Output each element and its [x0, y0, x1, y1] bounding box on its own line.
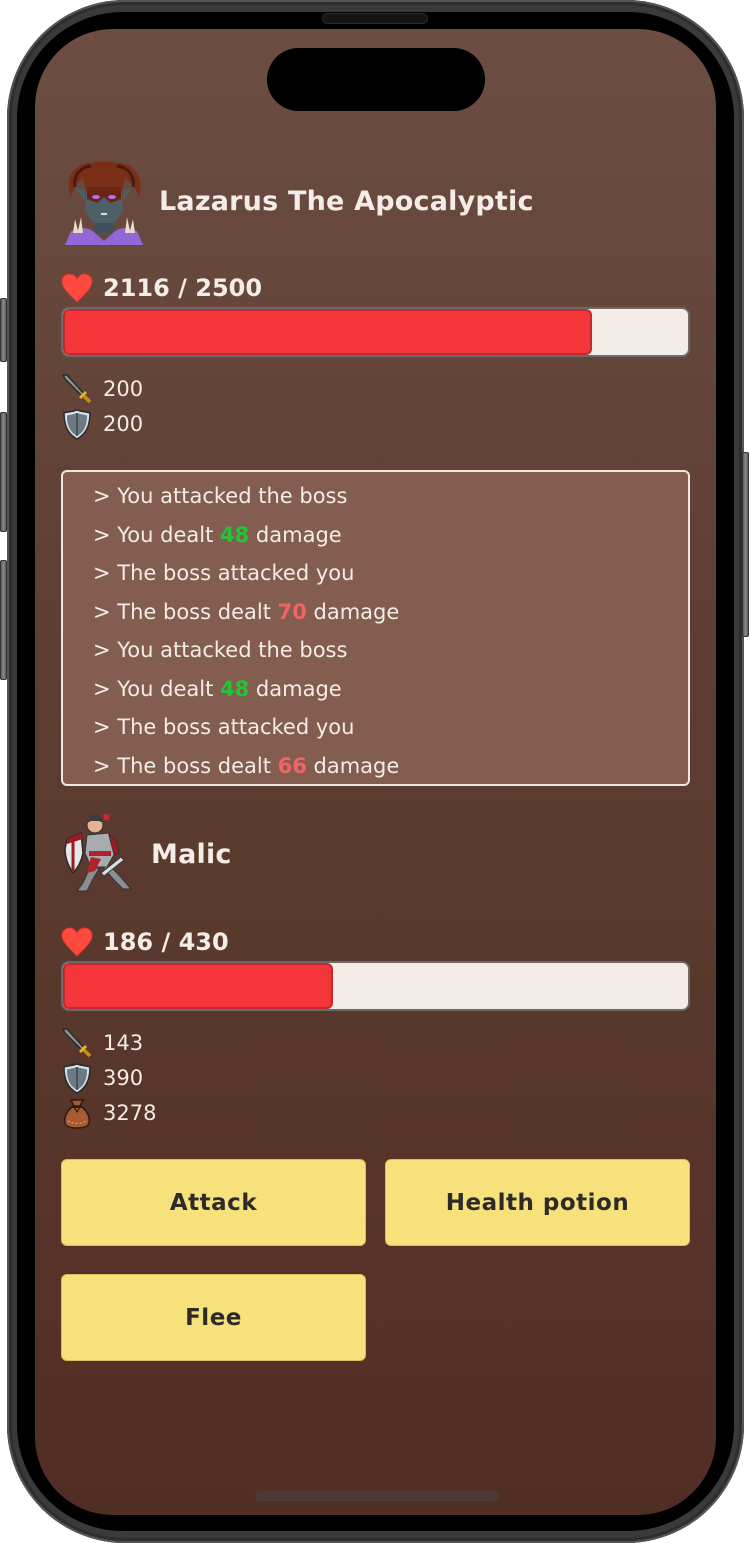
battle-log-line: > The boss dealt 66 damage	[93, 754, 399, 778]
log-text: > You dealt	[93, 676, 221, 701]
battle-log-partial-line: > The boss dealt 70 damage	[93, 470, 397, 472]
damage-taken-value: 70	[277, 599, 307, 624]
battle-log-line: > You attacked the boss	[93, 638, 347, 662]
sword-icon	[61, 1028, 92, 1058]
player-hp-row: 186 / 430	[61, 927, 229, 957]
log-text: > The boss attacked you	[93, 561, 355, 585]
money-bag-icon	[64, 1099, 90, 1129]
log-text: damage	[249, 522, 342, 547]
battle-log-line: > The boss attacked you	[93, 561, 354, 585]
boss-defense-stat: 200	[61, 407, 143, 441]
earpiece-speaker	[322, 13, 428, 24]
boss-defense-value: 200	[103, 412, 144, 436]
log-text: damage	[249, 676, 342, 701]
dynamic-island	[267, 48, 485, 111]
log-text: damage	[306, 599, 400, 624]
log-text: damage	[306, 753, 400, 778]
player-gold-value: 3278	[103, 1101, 157, 1125]
boss-name: Lazarus The Apocalyptic	[159, 185, 534, 217]
battle-log-line: > You dealt 48 damage	[93, 523, 342, 547]
battle-log-line: > You dealt 48 damage	[93, 677, 342, 701]
player-name: Malic	[151, 838, 232, 870]
damage-dealt-value: 48	[220, 676, 250, 701]
battle-log-line: > The boss dealt 70 damage	[93, 600, 399, 624]
player-hp-bar	[61, 961, 690, 1011]
knight-portrait-icon	[64, 814, 133, 892]
volume-up-button	[0, 412, 7, 532]
log-text: > You attacked the boss	[93, 484, 348, 508]
action-button	[0, 298, 7, 362]
player-hp-fill	[63, 963, 334, 1009]
log-text: > The boss dealt	[93, 753, 278, 778]
log-text: > You attacked the boss	[93, 638, 348, 662]
sword-icon	[61, 374, 92, 404]
player-defense-stat: 390	[61, 1061, 143, 1095]
player-attack-stat: 143	[61, 1026, 143, 1060]
heart-icon	[61, 273, 93, 303]
boss-attack-stat: 200	[61, 372, 143, 406]
log-text: > You dealt	[93, 522, 221, 547]
flee-button[interactable]: Flee	[61, 1274, 366, 1361]
boss-hp-bar	[61, 307, 690, 357]
demon-boss-portrait-icon	[65, 161, 143, 245]
battle-log-line: > You attacked the boss	[93, 484, 347, 508]
battle-log-line: > The boss attacked you	[93, 715, 354, 739]
boss-hp-row: 2116 / 2500	[61, 273, 262, 303]
heart-icon	[61, 927, 93, 957]
damage-taken-value: 66	[277, 753, 307, 778]
attack-button[interactable]: Attack	[61, 1159, 366, 1246]
player-hp-text: 186 / 430	[103, 928, 229, 956]
boss-header: Lazarus The Apocalyptic	[61, 157, 534, 245]
power-button	[742, 452, 749, 637]
player-attack-value: 143	[103, 1031, 144, 1055]
shield-icon	[63, 1063, 91, 1094]
log-text: > The boss attacked you	[93, 715, 355, 739]
player-gold-stat: 3278	[61, 1096, 156, 1130]
boss-hp-text: 2116 / 2500	[103, 274, 263, 302]
game-screen: Lazarus The Apocalyptic 2116 / 2500 200	[35, 29, 716, 1515]
boss-attack-value: 200	[103, 377, 144, 401]
player-header: Malic	[61, 813, 232, 895]
volume-down-button	[0, 560, 7, 680]
home-indicator[interactable]	[255, 1491, 499, 1501]
battle-log[interactable]: > The boss dealt 70 damage > You attacke…	[61, 470, 690, 786]
damage-dealt-value: 48	[220, 522, 250, 547]
player-defense-value: 390	[103, 1066, 144, 1090]
shield-icon	[63, 409, 91, 440]
health-potion-button[interactable]: Health potion	[385, 1159, 690, 1246]
log-text: > The boss dealt	[93, 599, 278, 624]
boss-hp-fill	[63, 309, 592, 355]
